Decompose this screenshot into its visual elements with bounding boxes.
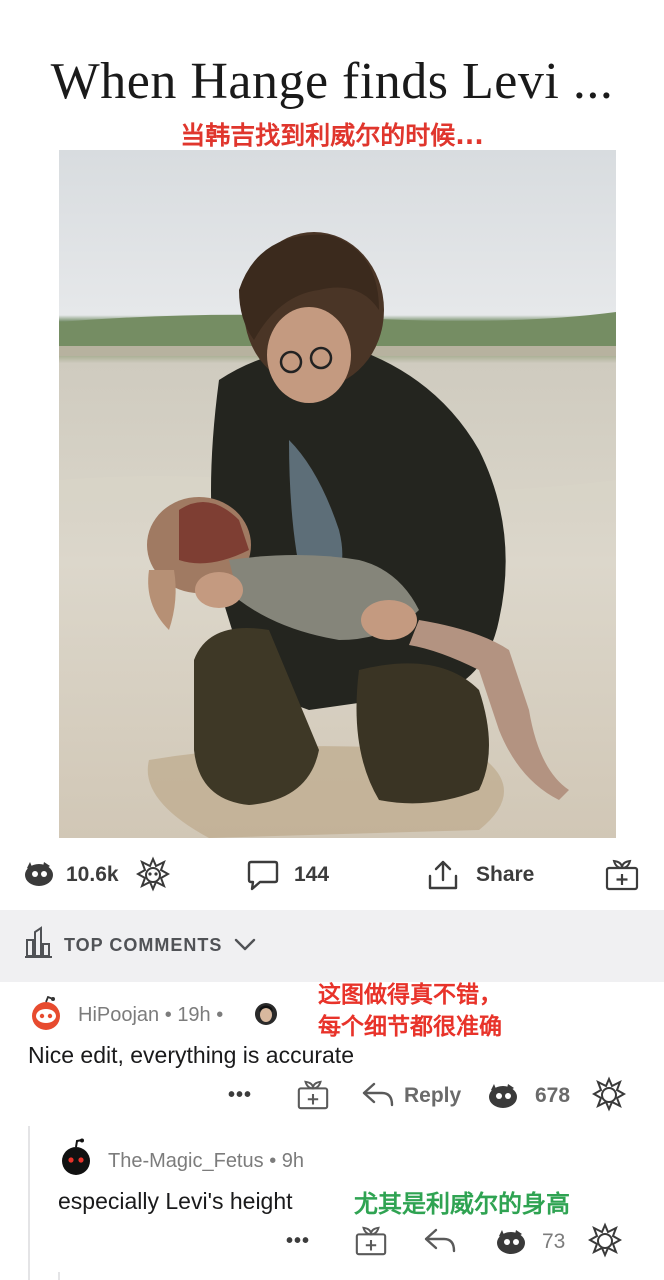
- chevron-down-icon[interactable]: [234, 935, 256, 958]
- downvote-icon[interactable]: [587, 1222, 623, 1258]
- share-icon[interactable]: [426, 858, 460, 897]
- comment-author[interactable]: The-Magic_Fetus: [108, 1150, 264, 1172]
- downvote-icon[interactable]: [591, 1076, 627, 1112]
- upvote-icon[interactable]: [494, 1226, 528, 1258]
- reply-button[interactable]: Reply: [404, 1084, 461, 1108]
- award-icon[interactable]: [296, 1078, 330, 1117]
- meme-subtitle: 当韩吉找到利威尔的时候...: [180, 121, 484, 150]
- upvote-count: 10.6k: [66, 863, 119, 886]
- avatar[interactable]: [28, 995, 64, 1037]
- avatar[interactable]: [58, 1138, 94, 1183]
- comment-icon[interactable]: [246, 858, 280, 897]
- comment-time: 19h: [177, 1004, 211, 1026]
- comment-count[interactable]: 144: [294, 863, 329, 887]
- comment-score: 73: [542, 1230, 566, 1253]
- downvote-icon[interactable]: [135, 856, 171, 892]
- annotation-line-1: 这图做得真不错，: [318, 982, 502, 1008]
- top-comments-bar[interactable]: TOP COMMENTS: [0, 910, 664, 982]
- meta-separator: •: [164, 1004, 172, 1026]
- meta-separator: •: [216, 1004, 224, 1026]
- annotation: 尤其是利威尔的身高: [354, 1190, 570, 1218]
- user-flair-icon: [254, 1002, 278, 1031]
- meme-title: When Hange finds Levi ...: [50, 53, 614, 110]
- section-label: TOP COMMENTS: [64, 935, 223, 955]
- post-image[interactable]: [59, 150, 616, 838]
- upvote-icon[interactable]: [22, 858, 56, 890]
- award-icon[interactable]: [354, 1224, 388, 1263]
- meta-separator: •: [269, 1150, 277, 1172]
- reply-icon[interactable]: [422, 1224, 458, 1261]
- thread-line[interactable]: [28, 1126, 30, 1280]
- post-action-bar: 10.6k 144 Share: [0, 848, 664, 900]
- comment-body: especially Levi's height: [58, 1188, 293, 1214]
- comment-score: 678: [535, 1084, 571, 1107]
- comment-body: Nice edit, everything is accurate: [28, 1042, 354, 1068]
- upvote-icon[interactable]: [486, 1080, 520, 1112]
- more-options-icon[interactable]: •••: [286, 1230, 310, 1253]
- award-icon[interactable]: [604, 858, 640, 897]
- thread-line[interactable]: [58, 1272, 60, 1280]
- share-label[interactable]: Share: [476, 863, 534, 887]
- more-options-icon[interactable]: •••: [228, 1084, 252, 1107]
- comment-time: 9h: [281, 1150, 305, 1172]
- comment-author[interactable]: HiPoojan: [78, 1004, 159, 1026]
- annotation-line-2: 每个细节都很准确: [318, 1014, 502, 1040]
- sort-icon: [24, 926, 54, 965]
- reply-icon[interactable]: [360, 1078, 396, 1115]
